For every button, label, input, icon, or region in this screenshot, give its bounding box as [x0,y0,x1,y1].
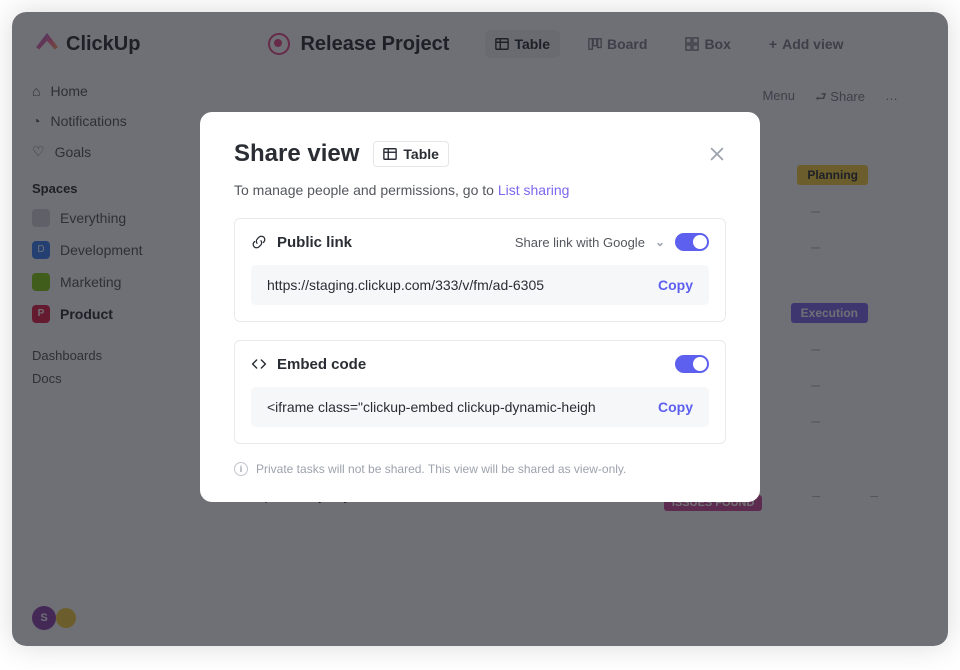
close-icon [708,145,726,163]
modal-footer-note: i Private tasks will not be shared. This… [234,462,726,476]
share-view-modal: Share view Table To manage people and pe… [200,112,760,502]
modal-view-badge: Table [373,141,449,167]
app-window: ClickUp Release Project Table Board Box … [12,12,948,646]
close-button[interactable] [708,145,726,163]
public-link-panel: Public link Share link with Google ⌄ htt… [234,218,726,322]
public-link-heading: Public link [277,234,352,251]
public-link-toggle[interactable] [675,233,709,251]
list-sharing-link[interactable]: List sharing [498,182,570,198]
copy-public-link-button[interactable]: Copy [658,277,693,293]
embed-code-field: <iframe class="clickup-embed clickup-dyn… [251,387,709,427]
public-link-field: https://staging.clickup.com/333/v/fm/ad-… [251,265,709,305]
embed-code-toggle[interactable] [675,355,709,373]
chevron-down-icon[interactable]: ⌄ [655,235,665,249]
code-icon [251,356,267,372]
embed-code-heading: Embed code [277,356,366,373]
modal-overlay: Share view Table To manage people and pe… [12,12,948,646]
table-icon [383,147,397,161]
modal-title: Share view [234,140,359,168]
copy-embed-code-button[interactable]: Copy [658,399,693,415]
embed-code-text[interactable]: <iframe class="clickup-embed clickup-dyn… [267,399,646,415]
embed-code-panel: Embed code <iframe class="clickup-embed … [234,340,726,444]
share-google-label: Share link with Google [515,235,645,250]
modal-subtext: To manage people and permissions, go to … [234,182,726,198]
link-icon [251,234,267,250]
info-icon: i [234,462,248,476]
public-link-url[interactable]: https://staging.clickup.com/333/v/fm/ad-… [267,277,646,293]
